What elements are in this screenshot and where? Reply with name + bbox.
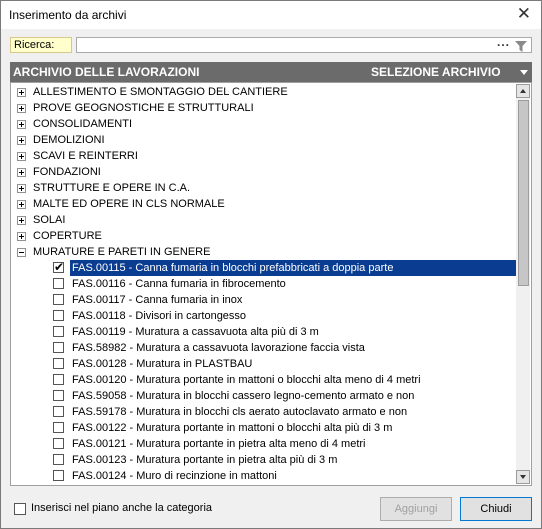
- tree-header: ARCHIVIO DELLE LAVORAZIONI SELEZIONE ARC…: [10, 62, 532, 82]
- window-title: Inserimento da archivi: [9, 8, 127, 22]
- tree-item-label: FAS.00124 - Muro di recinzione in matton…: [72, 470, 277, 482]
- expand-icon[interactable]: [17, 152, 26, 161]
- expand-icon[interactable]: [17, 104, 26, 113]
- expand-icon[interactable]: [17, 168, 26, 177]
- tree-item[interactable]: FAS.59178 - Muratura in blocchi cls aera…: [11, 404, 516, 420]
- archive-title: ARCHIVIO DELLE LAVORAZIONI: [13, 65, 200, 79]
- tree-category-label: MURATURE E PARETI IN GENERE: [33, 246, 211, 258]
- tree-category-label: SCAVI E REINTERRI: [33, 150, 138, 162]
- scroll-down-button[interactable]: [516, 470, 530, 484]
- tree-category-label: MALTE ED OPERE IN CLS NORMALE: [33, 198, 225, 210]
- tree-item[interactable]: FAS.00119 - Muratura a cassavuota alta p…: [11, 324, 516, 340]
- tree-category[interactable]: MURATURE E PARETI IN GENERE: [11, 244, 516, 260]
- item-checkbox[interactable]: [53, 422, 64, 433]
- vertical-scrollbar[interactable]: [516, 84, 530, 484]
- tree-item[interactable]: FAS.00118 - Divisori in cartongesso: [11, 308, 516, 324]
- expand-icon[interactable]: [17, 216, 26, 225]
- dialog-window: Inserimento da archivi ✕ Ricerca: ... AR…: [0, 0, 542, 529]
- item-checkbox[interactable]: [53, 406, 64, 417]
- search-row: Ricerca: ...: [10, 35, 532, 53]
- expand-icon[interactable]: [17, 88, 26, 97]
- expand-icon[interactable]: [17, 184, 26, 193]
- item-checkbox[interactable]: [53, 358, 64, 369]
- tree-item-label: FAS.58982 - Muratura a cassavuota lavora…: [72, 342, 365, 354]
- tree-category-label: FONDAZIONI: [33, 166, 101, 178]
- tree-category-label: PROVE GEOGNOSTICHE E STRUTTURALI: [33, 102, 254, 114]
- item-checkbox[interactable]: ✔: [53, 260, 65, 274]
- tree-item[interactable]: FAS.00128 - Muratura in PLASTBAU: [11, 356, 516, 372]
- close-icon[interactable]: ✕: [517, 4, 531, 24]
- item-checkbox[interactable]: [53, 438, 64, 449]
- expand-icon[interactable]: [17, 136, 26, 145]
- tree-category[interactable]: ALLESTIMENTO E SMONTAGGIO DEL CANTIERE: [11, 84, 516, 100]
- tree-item-label: FAS.00128 - Muratura in PLASTBAU: [72, 358, 253, 370]
- tree-category-label: DEMOLIZIONI: [33, 134, 105, 146]
- tree-category[interactable]: DEMOLIZIONI: [11, 132, 516, 148]
- item-checkbox[interactable]: [53, 294, 64, 305]
- item-checkbox[interactable]: [53, 390, 64, 401]
- tree-item[interactable]: FAS.00116 - Canna fumaria in fibrocement…: [11, 276, 516, 292]
- title-bar: Inserimento da archivi ✕: [1, 1, 541, 29]
- tree-item[interactable]: ✔ FAS.00115 - Canna fumaria in blocchi pr…: [11, 260, 518, 276]
- tree-category[interactable]: CONSOLIDAMENTI: [11, 116, 516, 132]
- search-label: Ricerca:: [10, 37, 72, 53]
- tree-category-label: COPERTURE: [33, 230, 102, 242]
- scroll-thumb[interactable]: [518, 100, 529, 286]
- tree-item[interactable]: FAS.00122 - Muratura portante in mattoni…: [11, 420, 516, 436]
- tree-item-label: FAS.00120 - Muratura portante in mattoni…: [72, 374, 421, 386]
- tree-item-label: FAS.00123 - Muratura portante in pietra …: [72, 454, 338, 466]
- tree-item-label: FAS.00122 - Muratura portante in mattoni…: [72, 422, 393, 434]
- item-checkbox[interactable]: [53, 454, 64, 465]
- tree-category-label: CONSOLIDAMENTI: [33, 118, 133, 130]
- archive-tree[interactable]: ALLESTIMENTO E SMONTAGGIO DEL CANTIERE PR…: [10, 82, 532, 486]
- more-options-button[interactable]: ...: [497, 35, 510, 49]
- tree-item[interactable]: FAS.58982 - Muratura a cassavuota lavora…: [11, 340, 516, 356]
- item-checkbox[interactable]: [53, 310, 64, 321]
- tree-item[interactable]: FAS.00120 - Muratura portante in mattoni…: [11, 372, 516, 388]
- tree-item-label: FAS.59058 - Muratura in blocchi cassero …: [72, 390, 415, 402]
- tree-item[interactable]: FAS.00121 - Muratura portante in pietra …: [11, 436, 516, 452]
- item-checkbox[interactable]: [53, 278, 64, 289]
- tree-item-label: FAS.00115 - Canna fumaria in blocchi pre…: [70, 260, 518, 276]
- expand-icon[interactable]: [17, 120, 26, 129]
- tree-item-label: FAS.00118 - Divisori in cartongesso: [72, 310, 247, 322]
- item-checkbox[interactable]: [53, 342, 64, 353]
- tree-category[interactable]: STRUTTURE E OPERE IN C.A.: [11, 180, 516, 196]
- search-input[interactable]: ...: [76, 35, 532, 53]
- collapse-icon[interactable]: [17, 248, 26, 257]
- tree-category[interactable]: COPERTURE: [11, 228, 516, 244]
- tree-item[interactable]: FAS.59058 - Muratura in blocchi cassero …: [11, 388, 516, 404]
- expand-icon[interactable]: [17, 232, 26, 241]
- tree-item[interactable]: FAS.00123 - Muratura portante in pietra …: [11, 452, 516, 468]
- add-button[interactable]: Aggiungi: [380, 497, 452, 521]
- close-button[interactable]: Chiudi: [460, 497, 532, 521]
- archive-selector[interactable]: SELEZIONE ARCHIVIO: [371, 65, 501, 79]
- include-category-label: Inserisci nel piano anche la categoria: [31, 502, 213, 514]
- tree-category[interactable]: MALTE ED OPERE IN CLS NORMALE: [11, 196, 516, 212]
- tree-item-label: FAS.00121 - Muratura portante in pietra …: [72, 438, 366, 450]
- tree-item-label: FAS.00117 - Canna fumaria in inox: [72, 294, 243, 306]
- tree-category-label: STRUTTURE E OPERE IN C.A.: [33, 182, 191, 194]
- chevron-down-icon[interactable]: [520, 70, 528, 75]
- scroll-up-button[interactable]: [516, 84, 530, 98]
- filter-icon[interactable]: [515, 41, 527, 52]
- tree-category-label: SOLAI: [33, 214, 66, 226]
- include-category-checkbox[interactable]: [14, 503, 26, 515]
- tree-item-label: FAS.00116 - Canna fumaria in fibrocement…: [72, 278, 286, 290]
- tree-category[interactable]: PROVE GEOGNOSTICHE E STRUTTURALI: [11, 100, 516, 116]
- checkmark-icon: ✔: [54, 260, 65, 274]
- tree-category[interactable]: FONDAZIONI: [11, 164, 516, 180]
- item-checkbox[interactable]: [53, 374, 64, 385]
- tree-item[interactable]: FAS.00124 - Muro di recinzione in matton…: [11, 468, 516, 484]
- tree-category[interactable]: SCAVI E REINTERRI: [11, 148, 516, 164]
- item-checkbox[interactable]: [53, 470, 64, 481]
- tree-category-label: ALLESTIMENTO E SMONTAGGIO DEL CANTIERE: [33, 86, 288, 98]
- tree-item-label: FAS.00119 - Muratura a cassavuota alta p…: [72, 326, 319, 338]
- expand-icon[interactable]: [17, 200, 26, 209]
- tree-item[interactable]: FAS.00117 - Canna fumaria in inox: [11, 292, 516, 308]
- item-checkbox[interactable]: [53, 326, 64, 337]
- tree-category[interactable]: SOLAI: [11, 212, 516, 228]
- tree-item-label: FAS.59178 - Muratura in blocchi cls aera…: [72, 406, 408, 418]
